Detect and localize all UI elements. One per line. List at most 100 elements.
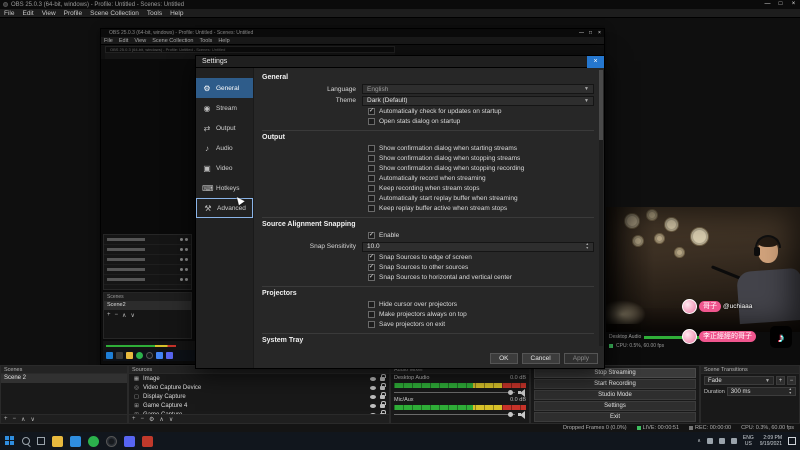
apply-button[interactable]: Apply (563, 353, 598, 364)
add-transition-button[interactable]: + (776, 376, 785, 385)
checkbox[interactable] (368, 321, 375, 328)
settings-tab-audio[interactable]: ♪ Audio (196, 138, 253, 158)
app-icon[interactable] (88, 435, 99, 447)
checkbox[interactable] (368, 155, 375, 162)
slider-handle[interactable] (508, 390, 513, 395)
theme-select[interactable]: Dark (Default) ▼ (362, 95, 594, 106)
checkbox[interactable] (368, 165, 375, 172)
checkbox[interactable] (368, 254, 375, 261)
checkbox[interactable] (368, 118, 375, 125)
spinner-arrows-icon[interactable]: ▲ ▼ (789, 387, 792, 395)
minimize-button[interactable]: — (761, 0, 774, 9)
cancel-button[interactable]: Cancel (521, 353, 560, 364)
move-up-icon[interactable]: ∧ (21, 416, 25, 423)
visibility-eye-icon[interactable] (370, 403, 376, 408)
studio-mode-button[interactable]: Studio Mode (534, 390, 696, 400)
checkbox[interactable] (368, 274, 375, 281)
settings-scrollbar[interactable] (599, 70, 603, 346)
settings-tab-hotkeys[interactable]: ⌨ Hotkeys (196, 178, 253, 198)
app-icon[interactable] (142, 435, 153, 447)
remove-icon[interactable]: − (115, 312, 119, 318)
app-icon[interactable] (124, 435, 135, 447)
search-icon[interactable] (22, 437, 30, 445)
language-indicator[interactable]: ENG US (743, 435, 754, 447)
clock[interactable]: 2:09 PM 9/19/2021 (760, 435, 782, 447)
exit-button[interactable]: Exit (534, 412, 696, 422)
visibility-eye-icon[interactable] (370, 385, 376, 390)
checkbox[interactable] (368, 185, 375, 192)
volume-slider[interactable] (394, 390, 515, 395)
move-up-icon[interactable]: ∧ (122, 312, 126, 319)
nested-scene-item[interactable]: Scene2 (104, 301, 191, 310)
store-icon[interactable] (70, 435, 81, 447)
lock-icon[interactable] (380, 400, 386, 408)
checkbox[interactable] (368, 108, 375, 115)
minimize-button[interactable]: — (577, 29, 586, 37)
menu-scene-collection[interactable]: Scene Collection (149, 38, 196, 44)
file-explorer-icon[interactable] (52, 435, 63, 447)
checkbox[interactable] (368, 145, 375, 152)
obs-taskbar-icon[interactable] (106, 435, 117, 447)
add-icon[interactable]: + (4, 416, 8, 422)
settings-close-button[interactable]: × (587, 55, 604, 68)
transition-select[interactable]: Fade ▼ (704, 376, 774, 385)
menu-edit[interactable]: Edit (18, 10, 37, 17)
settings-tab-video[interactable]: ▣ Video (196, 158, 253, 178)
source-list-item[interactable]: ◎ Video Capture Device (129, 382, 389, 392)
volume-slider[interactable] (394, 412, 515, 417)
menu-edit[interactable]: Edit (116, 38, 131, 44)
ok-button[interactable]: OK (490, 353, 518, 364)
windows-start-icon[interactable] (5, 436, 15, 446)
menu-file[interactable]: File (0, 10, 18, 17)
move-down-icon[interactable]: ∨ (169, 416, 173, 423)
close-button[interactable]: × (787, 0, 800, 9)
settings-tab-output[interactable]: ⇄ Output (196, 118, 253, 138)
checkbox[interactable] (368, 232, 375, 239)
visibility-eye-icon[interactable] (370, 394, 376, 399)
menu-profile[interactable]: Profile (60, 10, 86, 17)
menu-scene-collection[interactable]: Scene Collection (86, 10, 143, 17)
menu-view[interactable]: View (131, 38, 149, 44)
notification-center-icon[interactable] (788, 437, 796, 445)
add-icon[interactable]: + (107, 312, 111, 318)
tray-icon[interactable] (706, 438, 713, 444)
settings-tab-stream[interactable]: ◉ Stream (196, 98, 253, 118)
close-button[interactable]: × (595, 29, 604, 37)
add-icon[interactable]: + (132, 416, 136, 422)
menu-view[interactable]: View (38, 10, 60, 17)
remove-icon[interactable]: − (13, 416, 17, 422)
source-list-item[interactable]: ▢ Display Capture (129, 391, 389, 401)
stop-streaming-button[interactable]: Stop Streaming (534, 368, 696, 378)
scene-list-item[interactable]: Scene 2 (1, 374, 127, 383)
checkbox[interactable] (368, 264, 375, 271)
language-select[interactable]: English ▼ (362, 84, 594, 94)
settings-tab-general[interactable]: ⚙ General (196, 78, 253, 98)
remove-icon[interactable]: − (141, 416, 145, 422)
lock-icon[interactable] (380, 373, 386, 381)
maximize-button[interactable]: □ (774, 0, 787, 9)
spinner-arrows-icon[interactable]: ▲ ▼ (586, 242, 589, 250)
menu-tools[interactable]: Tools (143, 10, 166, 17)
settings-button[interactable]: Settings (534, 401, 696, 411)
checkbox[interactable] (368, 311, 375, 318)
properties-gear-icon[interactable]: ⚙ (149, 416, 154, 423)
source-list-item[interactable]: ▦ Image (129, 373, 389, 383)
visibility-eye-icon[interactable] (370, 376, 376, 381)
tray-expand-icon[interactable]: ∧ (697, 438, 701, 444)
lock-icon[interactable] (380, 382, 386, 390)
checkbox[interactable] (368, 175, 375, 182)
slider-handle[interactable] (508, 412, 513, 417)
checkbox[interactable] (368, 301, 375, 308)
move-up-icon[interactable]: ∧ (159, 416, 163, 423)
source-list-item[interactable]: ⊞ Game Capture 4 (129, 400, 389, 410)
volume-tray-icon[interactable] (718, 438, 725, 444)
menu-tools[interactable]: Tools (196, 38, 215, 44)
speaker-icon[interactable] (518, 388, 526, 397)
duration-input[interactable]: 300 ms ▲ ▼ (726, 387, 796, 396)
task-view-icon[interactable] (37, 437, 45, 445)
scrollbar-thumb[interactable] (599, 70, 603, 140)
move-down-icon[interactable]: ∨ (30, 416, 34, 423)
menu-file[interactable]: File (101, 38, 116, 44)
menu-help[interactable]: Help (166, 10, 187, 17)
network-tray-icon[interactable] (730, 438, 737, 444)
